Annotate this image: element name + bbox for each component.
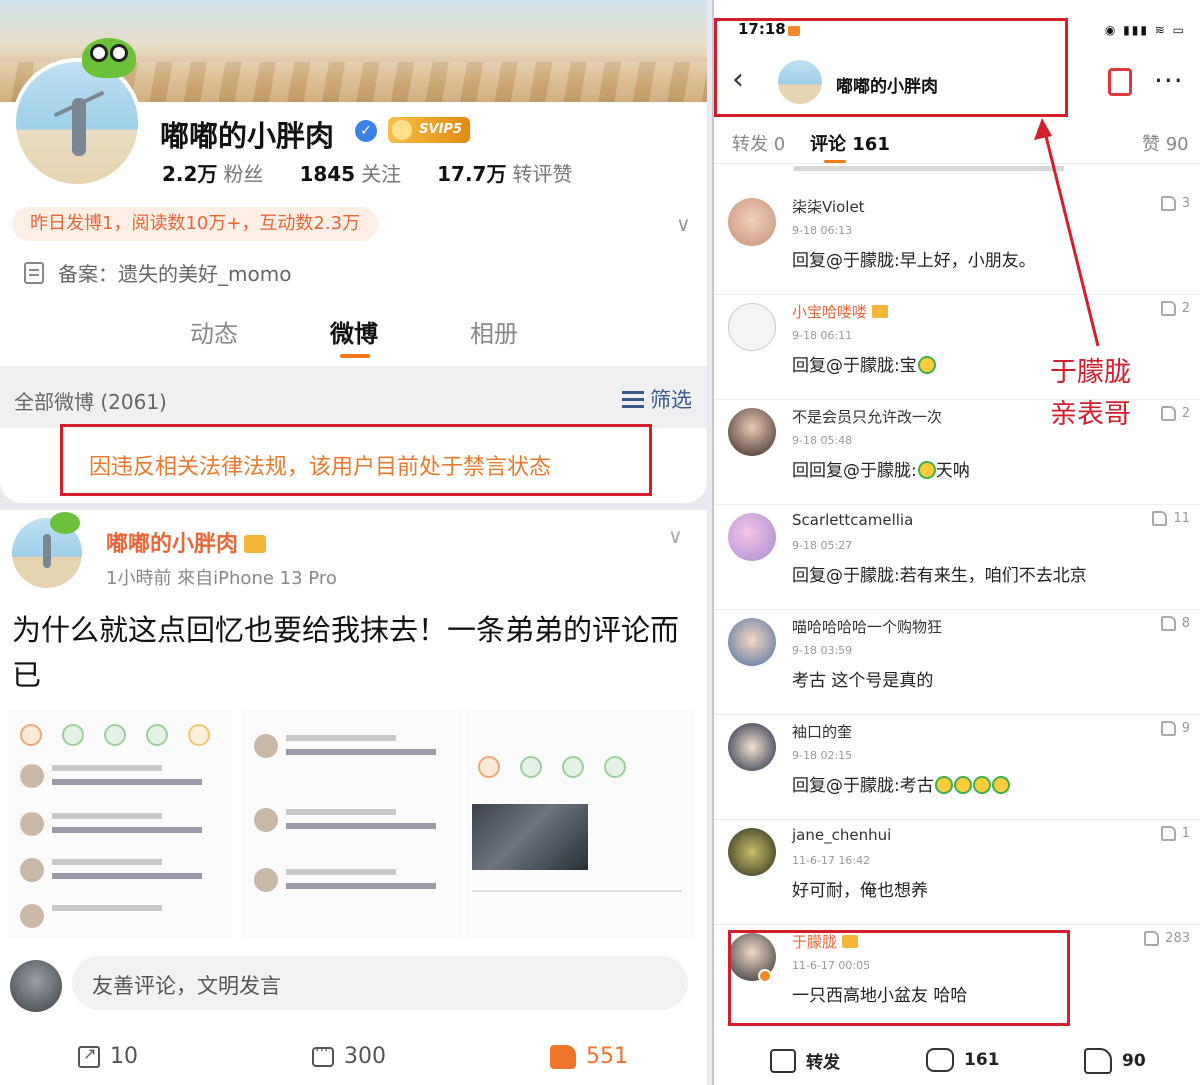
comment-row[interactable]: 喵哈哈哈哈一个购物狂 9-18 03:59 考古 这个号是真的 8: [714, 610, 1200, 715]
all-weibo-bar: 全部微博 (2061) 筛选: [0, 366, 707, 428]
comment-time: 9-18 03:59: [792, 644, 853, 657]
tab-dynamics[interactable]: 动态: [190, 314, 238, 349]
svip-badge[interactable]: SVIP5: [388, 117, 470, 143]
comment-row[interactable]: 袖口的奎 9-18 02:15 回复@于朦胧:考古 9: [714, 715, 1200, 820]
commenter-name[interactable]: 喵哈哈哈哈一个购物狂: [792, 616, 942, 637]
comment-like-button[interactable]: 8: [1160, 616, 1190, 631]
commenter-avatar[interactable]: [728, 513, 776, 561]
engagement-stat[interactable]: 17.7万 转评赞: [437, 158, 572, 187]
comment-row[interactable]: Scarlettcamellia 9-18 05:27 回复@于朦胧:若有来生，…: [714, 505, 1200, 610]
footer-repost-button[interactable]: 转发: [770, 1048, 840, 1073]
following-stat[interactable]: 1845 关注: [299, 158, 401, 187]
followers-stat[interactable]: 2.2万 粉丝: [162, 158, 263, 187]
comment-text: 回复@于朦胧:考古: [792, 771, 1010, 796]
thumbs-up-icon: [1152, 511, 1168, 526]
filter-icon: [622, 389, 644, 409]
footer-like-button[interactable]: 90: [1084, 1048, 1146, 1074]
comment-time: 11-6-17 16:42: [792, 854, 871, 867]
comment-like-button[interactable]: 1: [1160, 826, 1190, 841]
annotation-label: 于朦胧 亲表哥: [1050, 357, 1131, 430]
comment-time: 9-18 02:15: [792, 749, 853, 762]
footer-comment-button[interactable]: 161: [926, 1048, 1000, 1072]
commenter-avatar[interactable]: [728, 723, 776, 771]
comment-text: 回复@于朦胧:若有来生，咱们不去北京: [792, 566, 1087, 586]
crown-icon: [244, 535, 267, 553]
profile-name: 嘟嘟的小胖肉: [160, 119, 335, 153]
thumbs-up-icon: [1160, 826, 1176, 841]
comment-text: 考古 这个号是真的: [792, 671, 934, 691]
verified-icon: ✓: [355, 120, 377, 142]
post-image-2[interactable]: [242, 710, 462, 938]
commenter-avatar[interactable]: [728, 828, 776, 876]
commenter-avatar[interactable]: [728, 618, 776, 666]
thumbs-up-icon: [1144, 931, 1160, 946]
reply-highlight: [728, 930, 1070, 1026]
comment-like-button[interactable]: 9: [1160, 721, 1190, 736]
ban-notice: 因违反相关法律法规，该用户目前处于禁言状态: [89, 455, 552, 480]
thumbs-up-icon: [1084, 1048, 1112, 1074]
repost-button[interactable]: 10: [78, 1044, 138, 1069]
commenter-name[interactable]: 袖口的奎: [792, 721, 852, 742]
thumbs-up-icon: [1160, 616, 1176, 631]
comment-input[interactable]: 友善评论，文明发言: [72, 956, 688, 1010]
profile-avatar[interactable]: [12, 58, 142, 188]
all-weibo-label: 全部微博 (2061): [14, 390, 167, 414]
my-avatar[interactable]: [10, 960, 62, 1012]
comment-row[interactable]: jane_chenhui 11-6-17 16:42 好可耐，俺也想养 1: [714, 820, 1200, 925]
filter-button[interactable]: 筛选: [622, 384, 692, 414]
profile-tabs: 动态 微博 相册: [0, 308, 707, 358]
commenter-name[interactable]: jane_chenhui: [792, 826, 891, 844]
yesterday-summary[interactable]: 昨日发博1，阅读数10万+，互动数2.3万: [12, 207, 379, 241]
chevron-down-icon[interactable]: ∨: [676, 212, 691, 236]
post-actions: 10 300 551: [0, 1040, 707, 1080]
document-icon: [24, 261, 44, 284]
comment-placeholder: 友善评论，文明发言: [92, 974, 281, 998]
post-images: [8, 710, 694, 938]
comment-thread-panel: 17:18 ◉ ▮▮▮ ≋ ▭ ‹ 嘟嘟的小胖肉 ··· 转发 0 评论 161…: [712, 0, 1200, 1085]
chevron-down-icon[interactable]: ∨: [668, 524, 683, 548]
post-text: 为什么就这点回忆也要给我抹去！一条弟弟的评论而已: [12, 613, 680, 692]
share-icon: [78, 1044, 100, 1068]
commenter-name[interactable]: Scarlettcamellia: [792, 511, 913, 529]
tab-album[interactable]: 相册: [470, 314, 518, 349]
post-image-1[interactable]: [8, 710, 232, 938]
collage: 嘟嘟的小胖肉 ✓ SVIP5 2.2万 粉丝 1845 关注 17.7万 转评赞 昨日…: [0, 0, 1200, 1085]
post-panel: 嘟嘟的小胖肉 1小時前 來自iPhone 13 Pro ∨ 为什么就这点回忆也要…: [0, 510, 707, 1085]
thread-footer: 转发 161 90: [714, 1040, 1200, 1085]
comment-icon: [312, 1043, 334, 1067]
comment-icon: [926, 1048, 954, 1072]
profile-panel: 嘟嘟的小胖肉 ✓ SVIP5 2.2万 粉丝 1845 关注 17.7万 转评赞 昨日…: [0, 0, 707, 503]
active-tab-indicator: [340, 354, 370, 358]
thumbs-up-icon: [1160, 721, 1176, 736]
record-text: 备案：遗失的美好_momo: [58, 262, 292, 286]
post-meta: 1小時前 來自iPhone 13 Pro: [106, 568, 337, 589]
ban-notice-highlight: 因违反相关法律法规，该用户目前处于禁言状态: [60, 424, 652, 496]
like-button[interactable]: 551: [550, 1044, 628, 1069]
photo-thumbnail: [472, 804, 588, 870]
share-icon: [770, 1048, 796, 1073]
filter-label: 筛选: [650, 388, 692, 412]
record-row: 备案：遗失的美好_momo: [24, 258, 291, 287]
comment-like-button[interactable]: 283: [1144, 931, 1190, 946]
comment-time: 9-18 05:27: [792, 539, 853, 552]
frog-sticker-icon: [82, 38, 136, 78]
thumbs-up-icon: [550, 1044, 576, 1069]
tab-weibo[interactable]: 微博: [330, 314, 378, 349]
post-author-name[interactable]: 嘟嘟的小胖肉: [106, 526, 267, 558]
comment-text: 好可耐，俺也想养: [792, 881, 928, 901]
comment-like-button[interactable]: 11: [1152, 511, 1190, 526]
post-image-3[interactable]: [466, 710, 694, 938]
profile-stats: 2.2万 粉丝 1845 关注 17.7万 转评赞: [162, 158, 572, 187]
frog-sticker-icon: [50, 512, 80, 534]
comment-button[interactable]: 300: [312, 1043, 386, 1069]
